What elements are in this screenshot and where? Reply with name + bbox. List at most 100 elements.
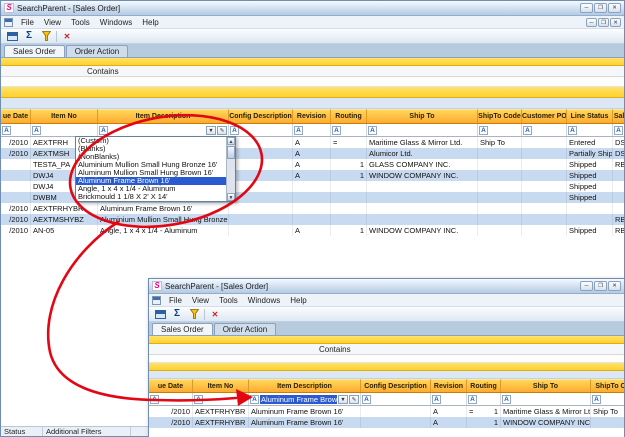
column-header[interactable]: ue Date — [149, 379, 193, 392]
menu-help[interactable]: Help — [285, 296, 311, 305]
table-row[interactable]: /2010AEXTMSHYBZAluminium Mullion Small H… — [1, 214, 624, 225]
column-header[interactable]: Config Description — [229, 109, 293, 123]
minimize-icon[interactable]: ─ — [580, 281, 593, 291]
filter-cell[interactable]: A — [193, 393, 249, 405]
column-header[interactable]: Line Status — [567, 109, 613, 123]
menu-tools[interactable]: Tools — [214, 296, 243, 305]
close-icon[interactable]: ✕ — [608, 281, 621, 291]
table-row[interactable]: /2010AN-05Angle, 1 x 4 x 1/4 - AluminumA… — [1, 225, 624, 236]
dropdown-item[interactable]: Aluminum Mullion Small Hung Brown 16' — [76, 169, 226, 177]
dropdown-item[interactable]: (Custom) — [76, 137, 226, 145]
filter-funnel-icon[interactable] — [187, 308, 201, 321]
clear-filter-icon[interactable]: ✕ — [60, 30, 74, 43]
column-header[interactable]: Sales R — [613, 109, 624, 123]
clear-filter-icon[interactable]: ✕ — [208, 308, 222, 321]
filter-cell[interactable]: A — [1, 124, 31, 136]
menu-view[interactable]: View — [187, 296, 214, 305]
table-row[interactable]: /2010AEXTFRHYBRAluminum Frame Brown 16'A… — [149, 417, 624, 428]
filter-value[interactable]: Aluminum Frame Brown 16' — [260, 395, 337, 404]
close-icon[interactable]: ✕ — [608, 3, 621, 13]
filter-cell[interactable]: A — [229, 124, 293, 136]
filter-a-icon[interactable]: A — [614, 126, 623, 135]
filter-a-icon[interactable]: A — [294, 126, 303, 135]
filter-cell[interactable]: A — [501, 393, 591, 405]
column-header[interactable]: Item Description — [98, 109, 229, 123]
filter-a-icon[interactable]: A — [368, 126, 377, 135]
column-header[interactable]: ue Date — [1, 109, 31, 123]
filter-cell[interactable]: A▼✎ — [98, 124, 229, 136]
filter-cell[interactable]: A — [613, 124, 624, 136]
menu-help[interactable]: Help — [137, 18, 163, 27]
filter-cell[interactable]: A — [331, 124, 367, 136]
menu-windows[interactable]: Windows — [95, 18, 137, 27]
column-header[interactable]: Item No — [31, 109, 98, 123]
menu-file[interactable]: File — [164, 296, 187, 305]
filter-cell[interactable]: A — [567, 124, 613, 136]
column-header[interactable]: Routing — [331, 109, 367, 123]
menu-windows[interactable]: Windows — [243, 296, 285, 305]
scrollbar-thumb[interactable] — [227, 146, 235, 159]
menu-tools[interactable]: Tools — [66, 18, 95, 27]
dropdown-item[interactable]: (Blanks) — [76, 145, 226, 153]
filter-cell[interactable]: A — [591, 393, 624, 405]
dropdown-item[interactable]: (NonBlanks) — [76, 153, 226, 161]
column-header[interactable]: ShipTo Code — [478, 109, 522, 123]
tab-sales-order[interactable]: Sales Order — [152, 323, 213, 335]
filter-value[interactable] — [109, 126, 205, 135]
filter-cell[interactable]: A — [467, 393, 501, 405]
filter-cell[interactable]: A — [361, 393, 431, 405]
main-titlebar[interactable]: S SearchParent - [Sales Order] ─ ❐ ✕ — [1, 1, 624, 16]
filter-dropdown-button[interactable]: ▼ — [338, 395, 348, 404]
filter-a-icon[interactable]: A — [568, 126, 577, 135]
grid-window-icon[interactable] — [5, 30, 19, 43]
maximize-icon[interactable]: ❐ — [594, 3, 607, 13]
table-row[interactable]: /2010AEXTFRHYBRAluminum Frame Brown 16' — [1, 203, 624, 214]
filter-a-icon[interactable]: A — [523, 126, 532, 135]
tab-order-action[interactable]: Order Action — [214, 323, 276, 335]
menu-file[interactable]: File — [16, 18, 39, 27]
filter-cell[interactable]: A — [478, 124, 522, 136]
minimize-icon[interactable]: ─ — [580, 3, 593, 13]
dropdown-item[interactable]: Angle, 1 x 4 x 1/4 - Aluminum — [76, 185, 226, 193]
filter-a-icon[interactable]: A — [2, 126, 11, 135]
filter-cell[interactable]: A — [149, 393, 193, 405]
filter-cell[interactable]: A — [293, 124, 331, 136]
filter-cell[interactable]: A — [367, 124, 478, 136]
menu-view[interactable]: View — [39, 18, 66, 27]
scroll-up-icon[interactable]: ▲ — [227, 137, 235, 145]
dropdown-item[interactable]: Aluminium Mullion Small Hung Bronze 16' — [76, 161, 226, 169]
filter-a-icon[interactable]: A — [32, 126, 41, 135]
filter-a-icon[interactable]: A — [250, 395, 259, 404]
filter-a-icon[interactable]: A — [592, 395, 601, 404]
filter-a-icon[interactable]: A — [194, 395, 203, 404]
column-header[interactable]: Revision — [431, 379, 467, 392]
sum-icon[interactable]: Σ — [22, 30, 36, 43]
table-row[interactable]: /2010AEXTFRHYBRAluminum Frame Brown 16'A… — [149, 406, 624, 417]
column-header[interactable]: Revision — [293, 109, 331, 123]
maximize-icon[interactable]: ❐ — [594, 281, 607, 291]
column-header[interactable]: Item No — [193, 379, 249, 392]
sum-icon[interactable]: Σ — [170, 308, 184, 321]
mdi-restore-icon[interactable]: ❐ — [598, 18, 609, 27]
filter-cell[interactable]: AAluminum Frame Brown 16'▼✎ — [249, 393, 361, 405]
filter-a-icon[interactable]: A — [150, 395, 159, 404]
column-header[interactable]: Ship To — [501, 379, 591, 392]
column-header[interactable]: Config Description — [361, 379, 431, 392]
tab-order-action[interactable]: Order Action — [66, 45, 128, 57]
dropdown-item[interactable]: Brickmould 1 1/8 X 2' X 14' — [76, 193, 226, 201]
filter-dropdown-button[interactable]: ▼ — [206, 126, 216, 135]
filter-cell[interactable]: A — [31, 124, 98, 136]
scroll-down-icon[interactable]: ▼ — [227, 193, 235, 201]
filter-a-icon[interactable]: A — [332, 126, 341, 135]
filter-cell[interactable]: A — [522, 124, 567, 136]
filter-funnel-icon[interactable] — [39, 30, 53, 43]
mdi-close-icon[interactable]: ✕ — [610, 18, 621, 27]
mdi-minimize-icon[interactable]: ─ — [586, 18, 597, 27]
column-header[interactable]: Item Description — [249, 379, 361, 392]
column-header[interactable]: ShipTo C — [591, 379, 624, 392]
tab-sales-order[interactable]: Sales Order — [4, 45, 65, 57]
grid-window-icon[interactable] — [153, 308, 167, 321]
filter-a-icon[interactable]: A — [468, 395, 477, 404]
filter-a-icon[interactable]: A — [502, 395, 511, 404]
filter-a-icon[interactable]: A — [230, 126, 239, 135]
